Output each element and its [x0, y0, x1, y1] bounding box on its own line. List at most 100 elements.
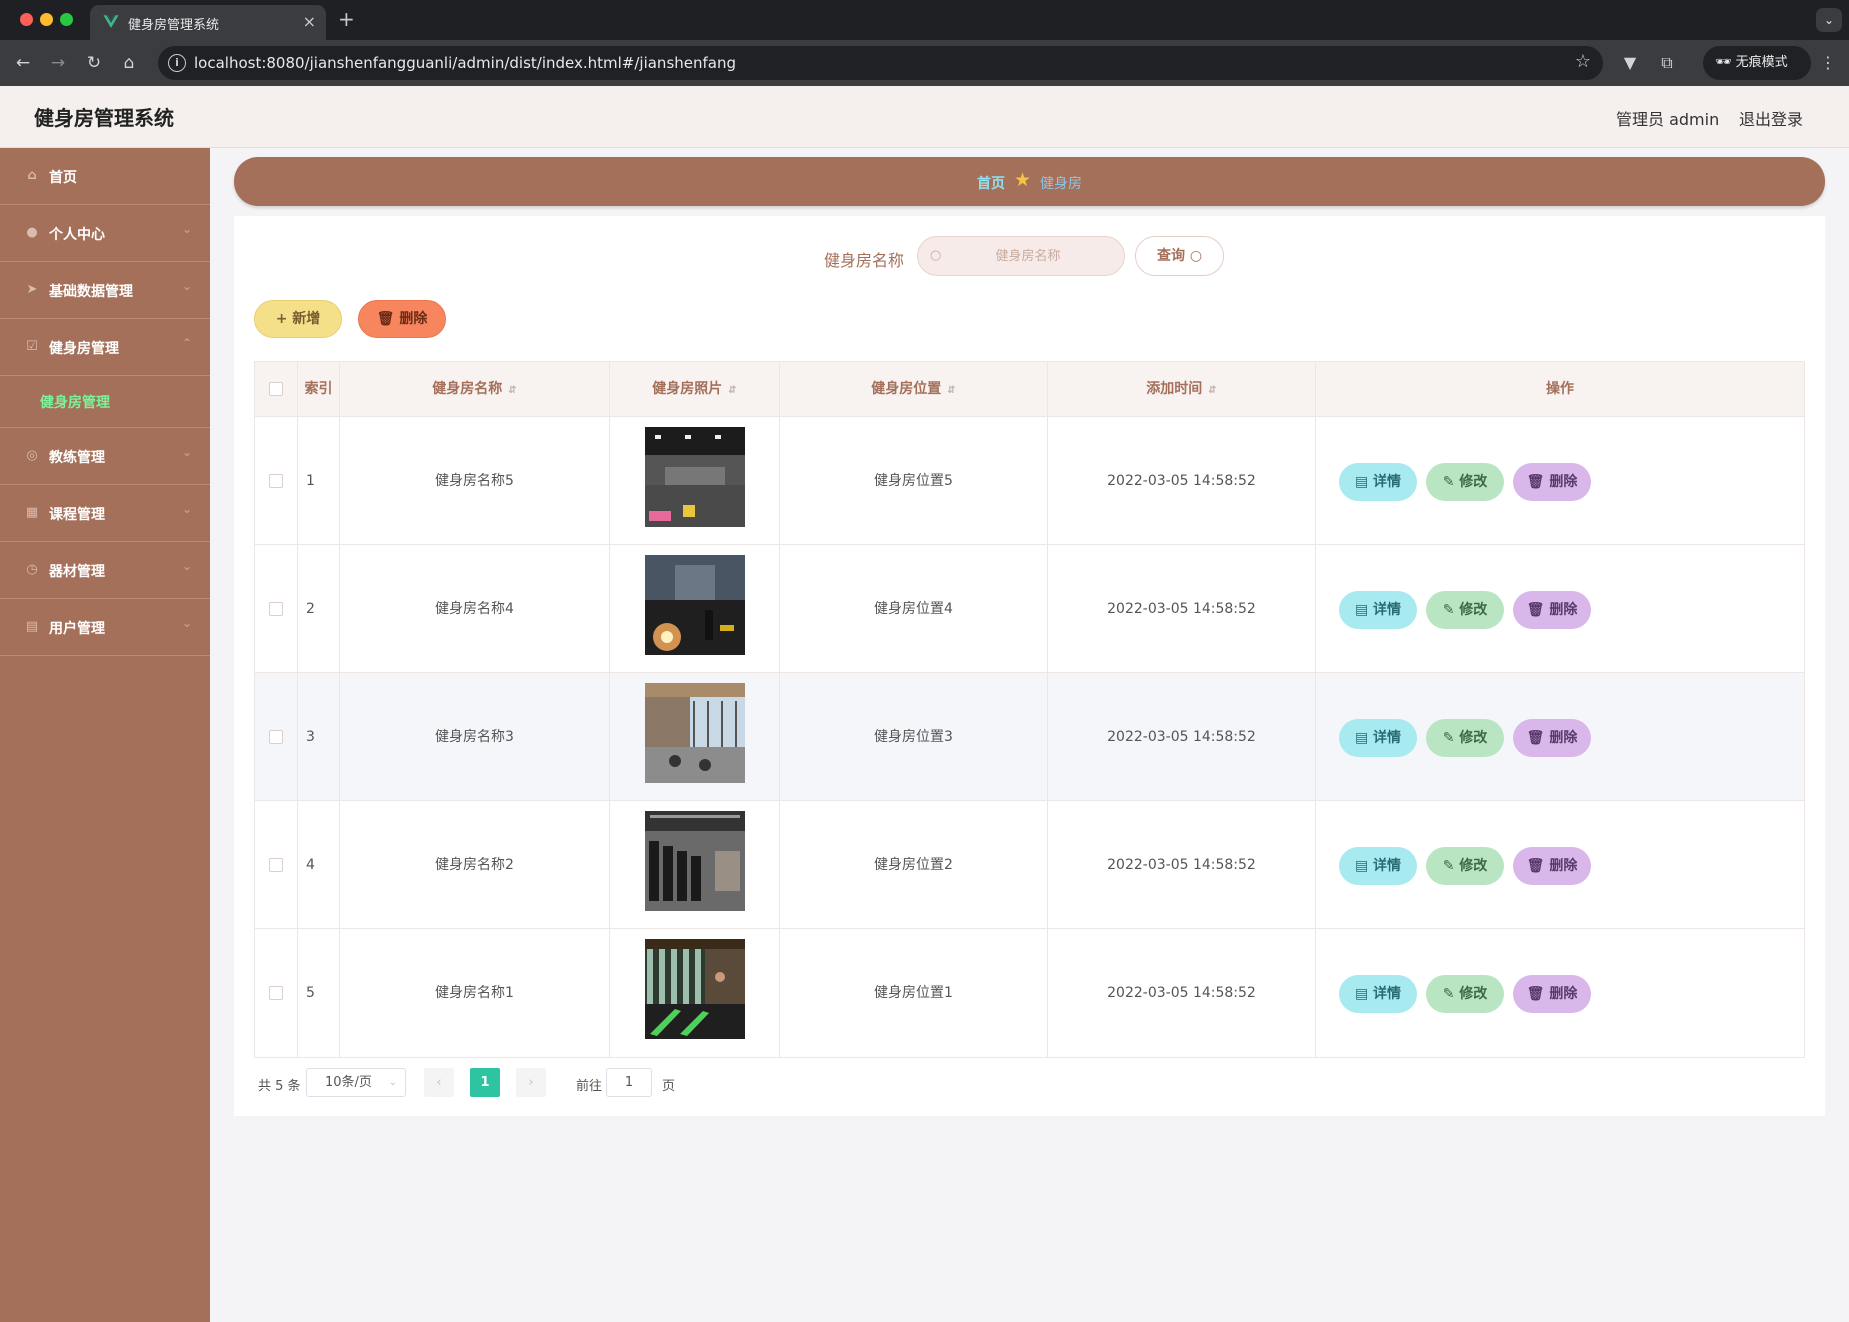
- star-icon: ★: [1014, 169, 1032, 191]
- close-window-button[interactable]: [20, 13, 33, 26]
- page-size-value: 10条/页: [325, 1075, 372, 1090]
- tab-close-icon[interactable]: ×: [303, 12, 316, 31]
- sidebar-item-coach[interactable]: ◎ 教练管理 ⌄: [0, 428, 210, 485]
- home-icon[interactable]: ⌂: [116, 50, 142, 76]
- table-row: 1 健身房名称5 健身房位置5 2022-03-05 14:58:52 ▤ 详情: [255, 417, 1804, 545]
- add-button[interactable]: + 新增: [254, 300, 342, 338]
- search-field[interactable]: ○: [917, 236, 1125, 276]
- edit-label: 修改: [1459, 730, 1488, 746]
- delete-button[interactable]: 🗑 删除: [1513, 591, 1591, 629]
- next-page-button[interactable]: ›: [516, 1068, 546, 1097]
- new-tab-icon[interactable]: +: [338, 7, 355, 31]
- column-header-index: 索引: [298, 362, 340, 417]
- edit-button[interactable]: ✎ 修改: [1426, 591, 1504, 629]
- pencil-icon: ✎: [1442, 986, 1460, 1002]
- more-menu-icon[interactable]: ⋮: [1815, 50, 1841, 76]
- row-checkbox[interactable]: [269, 730, 283, 744]
- table-header: 索引 健身房名称 ⇵ 健身房照片 ⇵ 健身房位置 ⇵ 添加时间 ⇵ 操作: [255, 362, 1804, 417]
- sort-icon[interactable]: ⇵: [508, 385, 516, 396]
- vue-logo-icon: [103, 15, 119, 28]
- sidebar-item-course[interactable]: ▦ 课程管理 ⌄: [0, 485, 210, 542]
- sidebar-item-home[interactable]: ⌂ 首页: [0, 148, 210, 205]
- detail-button[interactable]: ▤ 详情: [1339, 719, 1417, 757]
- bookmark-star-icon[interactable]: ☆: [1575, 51, 1591, 72]
- current-user: 管理员 admin: [1616, 110, 1720, 129]
- back-icon[interactable]: ←: [10, 50, 36, 76]
- sort-icon[interactable]: ⇵: [947, 385, 955, 396]
- delete-button[interactable]: 🗑 删除: [1513, 847, 1591, 885]
- row-index: 5: [298, 929, 340, 1057]
- vue-devtools-icon[interactable]: ▼: [1617, 50, 1643, 76]
- prev-page-button[interactable]: ‹: [424, 1068, 454, 1097]
- edit-button[interactable]: ✎ 修改: [1426, 847, 1504, 885]
- sidebar-item-label: 个人中心: [49, 227, 105, 243]
- plus-icon: +: [275, 311, 293, 327]
- gym-photo[interactable]: [644, 939, 745, 1039]
- edit-button[interactable]: ✎ 修改: [1426, 975, 1504, 1013]
- goto-page-input[interactable]: 1: [606, 1068, 652, 1097]
- document-icon: ▤: [25, 619, 39, 634]
- gym-table: 索引 健身房名称 ⇵ 健身房照片 ⇵ 健身房位置 ⇵ 添加时间 ⇵ 操作 1 健身房名称…: [254, 361, 1805, 1058]
- column-header-photo[interactable]: 健身房照片 ⇵: [610, 362, 780, 417]
- sidebar-item-base-data[interactable]: ➤ 基础数据管理 ⌄: [0, 262, 210, 319]
- maximize-window-button[interactable]: [60, 13, 73, 26]
- query-button-label: 查询: [1156, 248, 1185, 264]
- address-bar[interactable]: i localhost:8080/jianshenfangguanli/admi…: [158, 46, 1603, 80]
- gym-photo[interactable]: [644, 555, 745, 655]
- detail-button[interactable]: ▤ 详情: [1339, 847, 1417, 885]
- delete-button[interactable]: 🗑 删除: [1513, 719, 1591, 757]
- column-header-name[interactable]: 健身房名称 ⇵: [340, 362, 610, 417]
- gym-photo[interactable]: [644, 811, 745, 911]
- trash-icon: 🗑: [1526, 474, 1550, 490]
- pencil-icon: ✎: [1442, 858, 1460, 874]
- page-size-select[interactable]: 10条/页 ⌄: [306, 1068, 406, 1097]
- row-select-cell: [255, 929, 298, 1057]
- row-location: 健身房位置4: [780, 545, 1048, 673]
- edit-button[interactable]: ✎ 修改: [1426, 719, 1504, 757]
- reload-icon[interactable]: ↻: [81, 50, 107, 76]
- gym-photo[interactable]: [644, 683, 745, 783]
- delete-button[interactable]: 🗑 删除: [1513, 975, 1591, 1013]
- query-button[interactable]: 查询 ○: [1135, 236, 1224, 276]
- column-header-time[interactable]: 添加时间 ⇵: [1048, 362, 1316, 417]
- site-info-icon[interactable]: i: [168, 54, 186, 72]
- row-checkbox[interactable]: [269, 474, 283, 488]
- row-location: 健身房位置1: [780, 929, 1048, 1057]
- sidebar-item-profile[interactable]: ● 个人中心 ⌄: [0, 205, 210, 262]
- column-header-location[interactable]: 健身房位置 ⇵: [780, 362, 1048, 417]
- row-actions: ▤ 详情 ✎ 修改 🗑 删除: [1316, 673, 1804, 801]
- detail-label: 详情: [1373, 474, 1402, 490]
- incognito-badge[interactable]: 🕶 无痕模式: [1703, 46, 1811, 80]
- current-page[interactable]: 1: [470, 1068, 500, 1097]
- batch-delete-button[interactable]: 🗑 删除: [358, 300, 446, 338]
- detail-button[interactable]: ▤ 详情: [1339, 591, 1417, 629]
- tab-list-chevron-icon[interactable]: ⌄: [1816, 8, 1842, 32]
- logout-link[interactable]: 退出登录: [1739, 106, 1803, 130]
- select-all-checkbox[interactable]: [269, 382, 283, 396]
- sort-icon[interactable]: ⇵: [728, 385, 736, 396]
- edit-button[interactable]: ✎ 修改: [1426, 463, 1504, 501]
- sidebar-item-gym[interactable]: ☑ 健身房管理 ⌃: [0, 319, 210, 376]
- row-time: 2022-03-05 14:58:52: [1048, 801, 1316, 929]
- minimize-window-button[interactable]: [40, 13, 53, 26]
- gym-photo[interactable]: [644, 427, 745, 527]
- forward-icon[interactable]: →: [45, 50, 71, 76]
- user-icon: ●: [26, 225, 38, 240]
- browser-tab[interactable]: 健身房管理系统 ×: [90, 5, 326, 40]
- row-checkbox[interactable]: [269, 986, 283, 1000]
- row-checkbox[interactable]: [269, 602, 283, 616]
- sidebar-item-equipment[interactable]: ◷ 器材管理 ⌄: [0, 542, 210, 599]
- sort-icon[interactable]: ⇵: [1208, 385, 1216, 396]
- sidebar-item-users[interactable]: ▤ 用户管理 ⌄: [0, 599, 210, 656]
- search-input[interactable]: [948, 246, 1108, 266]
- row-photo-cell: [610, 673, 780, 801]
- detail-button[interactable]: ▤ 详情: [1339, 463, 1417, 501]
- row-name: 健身房名称2: [340, 801, 610, 929]
- row-location: 健身房位置2: [780, 801, 1048, 929]
- delete-button[interactable]: 🗑 删除: [1513, 463, 1591, 501]
- extensions-icon[interactable]: ⧉: [1654, 50, 1680, 76]
- submenu-gym-management[interactable]: 健身房管理: [0, 376, 210, 428]
- breadcrumb-home[interactable]: 首页: [977, 173, 1005, 193]
- detail-button[interactable]: ▤ 详情: [1339, 975, 1417, 1013]
- row-checkbox[interactable]: [269, 858, 283, 872]
